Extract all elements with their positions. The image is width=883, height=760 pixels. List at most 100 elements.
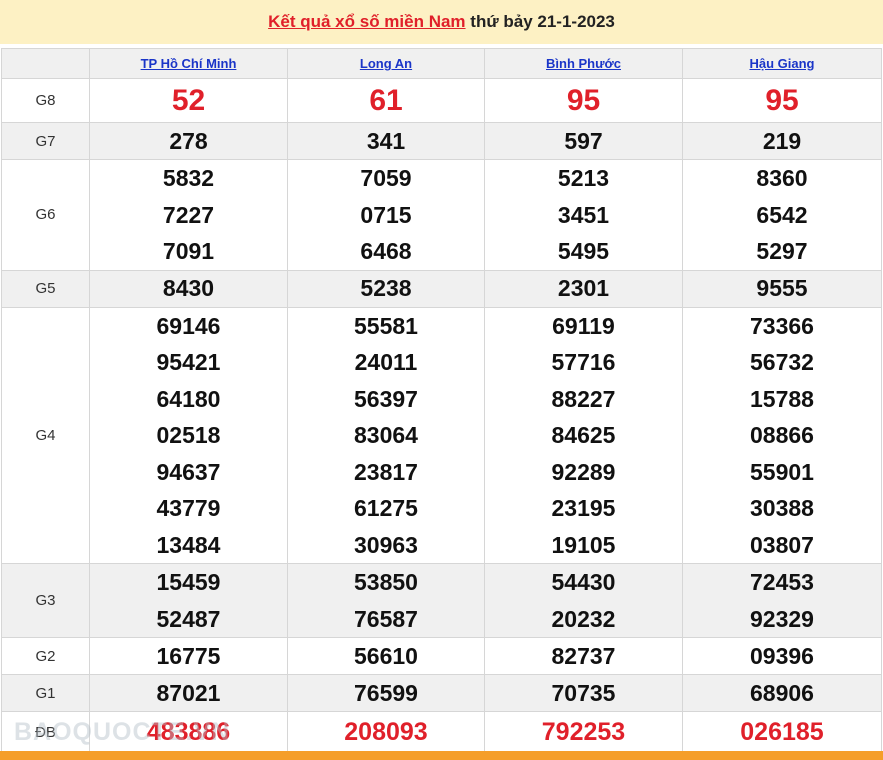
prize-number: 56397 bbox=[354, 385, 418, 412]
prize-cell: 69119 57716 88227 84625 92289 23195 1910… bbox=[484, 306, 683, 564]
prize-number: 597 bbox=[484, 122, 683, 160]
prize-number: 84625 bbox=[551, 422, 616, 448]
results-date: thứ bảy 21-1-2023 bbox=[470, 12, 615, 31]
header-corner bbox=[1, 48, 90, 79]
prize-number: 83064 bbox=[354, 422, 418, 448]
prize-number: 95 bbox=[484, 78, 683, 123]
prize-label: G6 bbox=[1, 159, 90, 271]
prize-number: 278 bbox=[89, 122, 288, 160]
prize-number: 13484 bbox=[156, 531, 221, 558]
prize-row-g1: G1 87021 76599 70735 68906 bbox=[1, 674, 882, 712]
footer-bar bbox=[0, 751, 883, 760]
prize-number: 0715 bbox=[360, 201, 412, 228]
special-prize-number: 483886 bbox=[89, 711, 288, 754]
province-header[interactable]: Long An bbox=[287, 48, 485, 79]
prize-number: 5213 bbox=[557, 165, 610, 191]
prize-number: 08866 bbox=[750, 422, 814, 448]
prize-number: 95 bbox=[682, 78, 882, 123]
prize-number: 57716 bbox=[551, 349, 616, 375]
prize-label: G4 bbox=[1, 306, 90, 564]
prize-row-g6: G6 5832 7227 7091 7059 0715 6468 5213 34… bbox=[1, 159, 882, 271]
province-link[interactable]: Hậu Giang bbox=[749, 56, 814, 71]
results-title-link[interactable]: Kết quả xổ số miền Nam bbox=[268, 12, 465, 32]
special-prize-number: 792253 bbox=[484, 711, 683, 754]
prize-number: 5238 bbox=[287, 269, 485, 308]
prize-label: G5 bbox=[1, 269, 90, 308]
prize-row-g4: G4 69146 95421 64180 02518 94637 43779 1… bbox=[1, 306, 882, 564]
prize-number: 94637 bbox=[156, 458, 221, 485]
prize-cell: 54430 20232 bbox=[484, 563, 683, 638]
prize-number: 92289 bbox=[551, 458, 616, 485]
prize-label: G1 bbox=[1, 674, 90, 712]
prize-number: 8430 bbox=[89, 269, 288, 308]
prize-number: 92329 bbox=[750, 605, 814, 632]
province-header[interactable]: TP Hồ Chí Minh bbox=[89, 48, 288, 79]
prize-number: 30963 bbox=[354, 531, 418, 558]
prize-number: 56732 bbox=[750, 349, 814, 375]
prize-label: G2 bbox=[1, 637, 90, 675]
province-header[interactable]: Hậu Giang bbox=[682, 48, 882, 79]
prize-number: 69146 bbox=[156, 312, 221, 339]
prize-number: 68906 bbox=[682, 674, 882, 712]
prize-number: 55901 bbox=[750, 458, 814, 485]
prize-cell: 7059 0715 6468 bbox=[287, 159, 485, 271]
prize-number: 23817 bbox=[354, 458, 418, 485]
prize-number: 15459 bbox=[156, 569, 221, 595]
prize-number: 16775 bbox=[89, 637, 288, 675]
prize-number: 76587 bbox=[354, 605, 418, 632]
prize-number: 6542 bbox=[756, 201, 808, 228]
prize-cell: 5213 3451 5495 bbox=[484, 159, 683, 271]
prize-number: 7059 bbox=[360, 165, 412, 191]
prize-row-g7: G7 278 341 597 219 bbox=[1, 122, 882, 160]
prize-number: 87021 bbox=[89, 674, 288, 712]
prize-number: 23195 bbox=[551, 495, 616, 521]
province-header[interactable]: Bình Phước bbox=[484, 48, 683, 79]
prize-number: 70735 bbox=[484, 674, 683, 712]
prize-cell: 72453 92329 bbox=[682, 563, 882, 638]
prize-label: G3 bbox=[1, 563, 90, 638]
prize-number: 56610 bbox=[287, 637, 485, 675]
prize-number: 43779 bbox=[156, 495, 221, 521]
prize-cell: 69146 95421 64180 02518 94637 43779 1348… bbox=[89, 306, 288, 564]
prize-number: 88227 bbox=[551, 385, 616, 412]
prize-cell: 5832 7227 7091 bbox=[89, 159, 288, 271]
province-link[interactable]: Long An bbox=[360, 56, 412, 71]
prize-number: 341 bbox=[287, 122, 485, 160]
prize-number: 54430 bbox=[551, 569, 616, 595]
page-header: Kết quả xổ số miền Nam thứ bảy 21-1-2023 bbox=[0, 0, 883, 44]
prize-number: 3451 bbox=[557, 201, 610, 228]
prize-number: 20232 bbox=[551, 605, 616, 632]
prize-number: 82737 bbox=[484, 637, 683, 675]
prize-number: 2301 bbox=[484, 269, 683, 308]
prize-number: 24011 bbox=[354, 349, 418, 375]
prize-row-special: ĐB 483886 208093 792253 026185 bbox=[1, 711, 882, 754]
prize-number: 03807 bbox=[750, 531, 814, 558]
prize-row-g2: G2 16775 56610 82737 09396 bbox=[1, 637, 882, 675]
prize-number: 02518 bbox=[156, 422, 221, 448]
prize-number: 5297 bbox=[756, 238, 808, 264]
prize-number: 5495 bbox=[557, 238, 610, 264]
province-link[interactable]: TP Hồ Chí Minh bbox=[141, 56, 237, 71]
prize-number: 30388 bbox=[750, 495, 814, 521]
prize-label: G7 bbox=[1, 122, 90, 160]
results-table: TP Hồ Chí Minh Long An Bình Phước Hậu Gi… bbox=[1, 48, 882, 754]
prize-number: 76599 bbox=[287, 674, 485, 712]
prize-number: 5832 bbox=[162, 165, 215, 191]
prize-number: 52487 bbox=[156, 605, 221, 632]
prize-number: 55581 bbox=[354, 312, 418, 339]
prize-number: 64180 bbox=[156, 385, 221, 412]
prize-cell: 53850 76587 bbox=[287, 563, 485, 638]
prize-number: 09396 bbox=[682, 637, 882, 675]
prize-number: 7091 bbox=[162, 238, 215, 264]
prize-number: 219 bbox=[682, 122, 882, 160]
province-header-row: TP Hồ Chí Minh Long An Bình Phước Hậu Gi… bbox=[1, 48, 882, 79]
prize-number: 15788 bbox=[750, 385, 814, 412]
province-link[interactable]: Bình Phước bbox=[546, 56, 621, 71]
prize-number: 95421 bbox=[156, 349, 221, 375]
prize-number: 73366 bbox=[750, 312, 814, 339]
prize-row-g8: G8 52 61 95 95 bbox=[1, 78, 882, 123]
prize-number: 61275 bbox=[354, 495, 418, 521]
prize-cell: 8360 6542 5297 bbox=[682, 159, 882, 271]
prize-row-g3: G3 15459 52487 53850 76587 54430 20232 7… bbox=[1, 563, 882, 638]
prize-number: 53850 bbox=[354, 569, 418, 595]
